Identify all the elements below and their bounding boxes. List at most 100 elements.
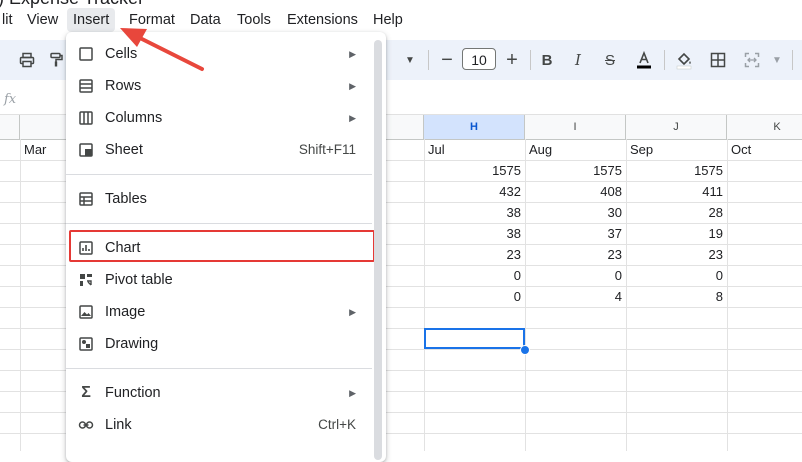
table-cell[interactable]: 37 [525,223,626,244]
columns-icon [78,110,94,126]
menu-item-label: Pivot table [105,272,173,288]
menu-item-label: Image [105,304,146,320]
menubar: lit View Insert Format Data Tools Extens… [0,8,802,32]
table-cell[interactable]: 1575 [525,160,626,181]
menu-item-tables[interactable]: Tables [66,183,372,215]
menu-separator [66,368,372,369]
menu-item-function[interactable]: Σ Function ▶ [66,377,372,409]
table-cell[interactable]: 0 [525,265,626,286]
toolbar-separator [792,50,793,70]
pivot-table-icon [78,272,94,288]
table-cell[interactable]: 30 [525,202,626,223]
menu-item-label: Drawing [105,336,159,352]
active-cell-selection[interactable] [424,328,525,349]
increase-font-icon[interactable]: + [500,48,524,72]
toolbar-separator [664,50,665,70]
menu-format[interactable]: Format [123,8,181,32]
table-cell[interactable]: 1 [727,160,802,181]
menu-item-rows[interactable]: Rows ▶ [66,70,372,102]
paint-format-icon[interactable] [44,48,68,72]
menu-item-drawing[interactable]: Drawing [66,328,372,360]
table-cell[interactable]: 28 [626,202,727,223]
table-cell[interactable]: 411 [626,181,727,202]
table-cell[interactable]: 38 [424,223,525,244]
cell-month-jul[interactable]: Jul [424,139,525,160]
menu-separator [66,174,372,175]
menu-extensions[interactable]: Extensions [281,8,364,32]
menu-item-link[interactable]: Link Ctrl+K [66,409,372,441]
print-icon[interactable] [15,48,39,72]
menu-item-columns[interactable]: Columns ▶ [66,102,372,134]
window-title-strip: ) Expense Tracker [0,0,802,8]
table-cell[interactable]: 19 [626,223,727,244]
text-color-icon[interactable] [632,48,656,72]
strikethrough-icon[interactable]: S [598,48,622,72]
table-cell[interactable]: 0 [626,265,727,286]
fx-label: fx [4,92,17,107]
menu-edit[interactable]: lit [0,8,18,32]
table-cell[interactable]: 408 [525,181,626,202]
table-cell[interactable]: 8 [626,286,727,307]
table-cell[interactable]: 38 [424,202,525,223]
fill-color-icon[interactable] [672,48,696,72]
italic-icon[interactable]: I [566,48,590,72]
menu-tools[interactable]: Tools [231,8,277,32]
toolbar-separator [530,50,531,70]
table-cell[interactable]: 432 [424,181,525,202]
cell-month-sep[interactable]: Sep [626,139,727,160]
menu-item-label: Function [105,385,161,401]
grid-line [20,139,21,451]
sheet-icon [78,142,94,158]
menu-help[interactable]: Help [367,8,409,32]
table-cell[interactable]: 0 [424,265,525,286]
submenu-arrow-icon: ▶ [349,81,356,91]
menu-item-cells[interactable]: Cells ▶ [66,38,372,70]
table-cell[interactable]: 0 [424,286,525,307]
column-header-h[interactable]: H [424,115,525,139]
rows-icon [78,78,94,94]
font-dropdown-icon[interactable]: ▼ [398,48,422,72]
merge-cells-icon[interactable] [740,48,764,72]
submenu-arrow-icon: ▶ [349,388,356,398]
menu-view[interactable]: View [21,8,64,32]
cell-month-aug[interactable]: Aug [525,139,626,160]
column-header-i[interactable]: I [525,115,626,139]
merge-dropdown-icon[interactable]: ▼ [765,48,789,72]
function-sigma-icon: Σ [81,384,91,401]
cell-month-oct[interactable]: Oct [727,139,802,160]
keyboard-shortcut: Ctrl+K [318,417,356,432]
insert-menu: Cells ▶ Rows ▶ Columns ▶ Sheet Shift+F11… [66,32,386,462]
column-header-blank[interactable] [0,115,20,139]
menu-item-pivot-table[interactable]: Pivot table [66,264,372,296]
menu-separator [66,223,372,224]
fill-handle[interactable] [520,345,530,355]
table-cell[interactable]: 23 [424,244,525,265]
tables-icon [78,191,94,207]
table-cell[interactable]: 23 [626,244,727,265]
table-cell[interactable]: 23 [525,244,626,265]
menu-scrollbar[interactable] [374,40,382,460]
table-cell[interactable]: 4 [525,286,626,307]
menu-item-label: Link [105,417,132,433]
menu-item-sheet[interactable]: Sheet Shift+F11 [66,134,372,166]
table-cell[interactable]: 1575 [626,160,727,181]
decrease-font-icon[interactable]: − [435,48,459,72]
toolbar-separator [428,50,429,70]
font-size-input[interactable]: 10 [462,48,496,70]
column-header-k[interactable]: K [727,115,802,139]
menu-data[interactable]: Data [184,8,227,32]
document-title[interactable]: ) Expense Tracker [0,0,144,8]
submenu-arrow-icon: ▶ [349,113,356,123]
borders-icon[interactable] [706,48,730,72]
menu-insert[interactable]: Insert [67,8,116,32]
menu-item-label: Cells [105,46,138,62]
bold-icon[interactable]: B [535,48,559,72]
menu-item-image[interactable]: Image ▶ [66,296,372,328]
column-header-j[interactable]: J [626,115,727,139]
menu-item-label: Rows [105,78,142,94]
grid-line [727,139,728,451]
keyboard-shortcut: Shift+F11 [298,142,356,157]
link-icon [78,417,94,433]
cells-icon [78,46,94,62]
table-cell[interactable]: 1575 [424,160,525,181]
